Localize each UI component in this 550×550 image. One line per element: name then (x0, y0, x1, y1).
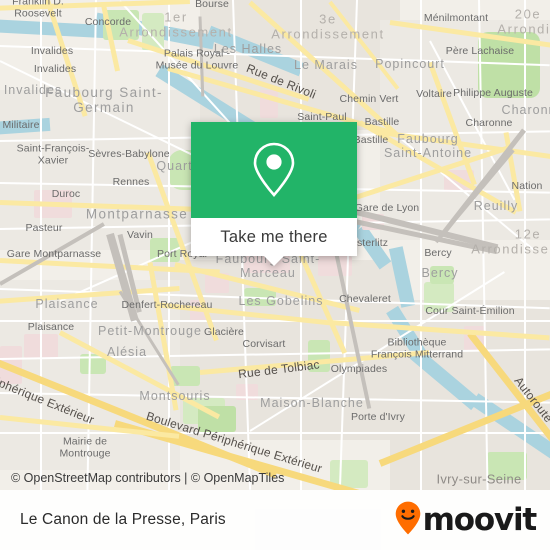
popup-pointer-tail (263, 255, 285, 266)
take-me-there-button[interactable]: Take me there (191, 218, 357, 256)
map-park (487, 452, 527, 480)
map-road (420, 0, 422, 490)
moovit-smiling-pin-icon (395, 501, 421, 540)
map-park (308, 340, 330, 372)
footer-bar: Le Canon de la Presse, Paris moovit (0, 490, 550, 550)
map-park (430, 266, 454, 284)
map-screenshot: Franklin D. Roosevelt Concorde Invalides Inv… (0, 0, 550, 550)
map-road (40, 0, 42, 490)
map-pin-icon (252, 141, 296, 199)
attribution-text[interactable]: © OpenStreetMap contributors | © OpenMap… (11, 471, 284, 485)
moovit-wordmark: moovit (422, 501, 538, 538)
page-title: Le Canon de la Presse, Paris (20, 511, 226, 528)
popup-image-area (191, 122, 357, 218)
map-attribution: © OpenStreetMap contributors | © OpenMap… (0, 466, 284, 490)
map-road (0, 432, 550, 434)
map-road (168, 0, 170, 490)
location-popup-card[interactable]: Take me there (191, 122, 357, 266)
take-me-there-label: Take me there (220, 227, 328, 246)
moovit-brand[interactable]: moovit (395, 501, 538, 540)
map-road (0, 320, 550, 322)
